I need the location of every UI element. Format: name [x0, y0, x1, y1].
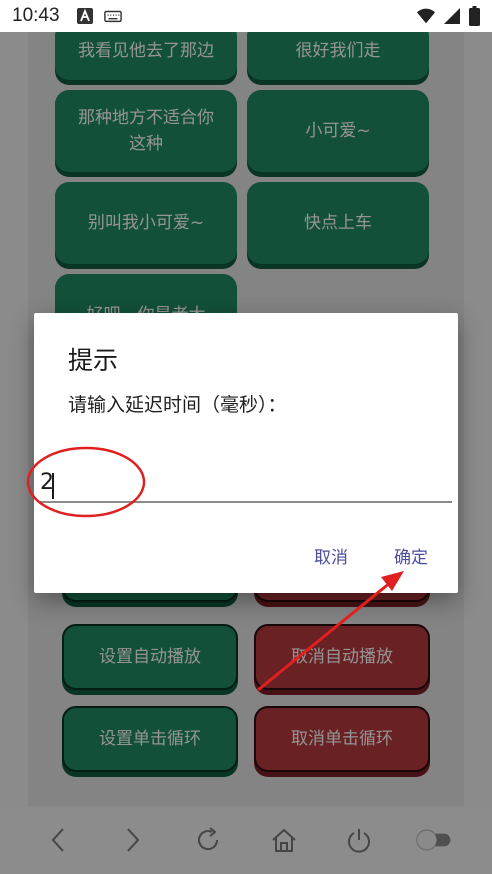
delay-input-dialog: 提示 请输入延迟时间（毫秒）： 取消 确定 — [34, 313, 458, 593]
status-icons-right — [417, 6, 480, 26]
cancel-button[interactable]: 取消 — [314, 543, 348, 568]
wifi-icon — [417, 8, 435, 24]
text-caret — [52, 473, 54, 499]
delay-input[interactable] — [40, 463, 452, 503]
status-bar: 10:43 — [0, 0, 492, 32]
signal-icon — [444, 8, 460, 24]
dialog-title: 提示 — [68, 346, 119, 375]
status-time: 10:43 — [12, 5, 60, 26]
ok-button[interactable]: 确定 — [394, 543, 428, 568]
status-icons-left — [76, 7, 122, 25]
dialog-actions: 取消 确定 — [314, 543, 428, 568]
dialog-message: 请输入延迟时间（毫秒）： — [68, 394, 287, 416]
a-notification-icon — [76, 8, 93, 24]
keyboard-icon — [103, 10, 122, 23]
battery-icon — [469, 6, 480, 26]
